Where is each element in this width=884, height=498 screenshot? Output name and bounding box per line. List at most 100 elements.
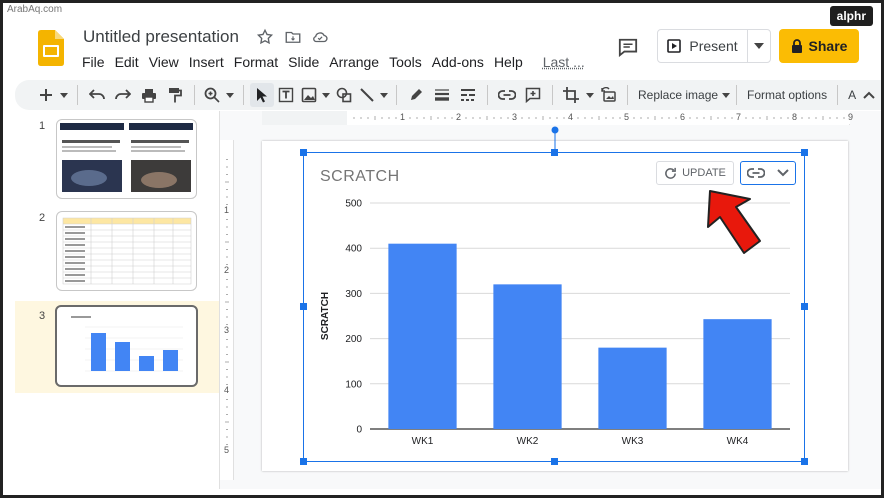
cloud-saved-icon[interactable]	[310, 27, 330, 47]
menu-insert[interactable]: Insert	[189, 53, 232, 71]
new-slide-caret-icon[interactable]	[57, 83, 71, 107]
menu-edit[interactable]: Edit	[115, 53, 147, 71]
new-slide-button[interactable]	[35, 83, 57, 107]
resize-handle-bottom[interactable]	[551, 458, 558, 465]
line-caret-icon[interactable]	[378, 83, 390, 107]
linked-chart-options-button[interactable]	[740, 161, 796, 185]
move-to-folder-icon[interactable]	[283, 27, 303, 47]
toolbar-divider	[194, 85, 195, 105]
menu-arrange[interactable]: Arrange	[329, 53, 387, 71]
toolbar-divider	[627, 85, 628, 105]
animate-button[interactable]: A	[844, 83, 860, 107]
caret-down-icon	[722, 92, 731, 98]
update-chart-button[interactable]: UPDATE	[656, 161, 734, 185]
screenshot-frame: ArabAq.com alphr Untitled presentation F…	[0, 0, 884, 498]
paint-format-icon[interactable]	[162, 83, 188, 107]
shape-icon[interactable]	[332, 83, 356, 107]
menu-bar: File Edit View Insert Format Slide Arran…	[82, 53, 595, 71]
chevron-down-icon	[777, 169, 789, 177]
toolbar-divider	[396, 85, 397, 105]
border-weight-icon[interactable]	[429, 83, 455, 107]
crop-icon[interactable]	[559, 83, 583, 107]
toolbar-divider	[837, 85, 839, 105]
text-box-icon[interactable]	[274, 83, 298, 107]
collapse-toolbar-icon[interactable]	[860, 83, 878, 107]
menu-tools[interactable]: Tools	[389, 53, 430, 71]
crop-caret-icon[interactable]	[583, 83, 597, 107]
menu-file[interactable]: File	[82, 53, 113, 71]
slide-number: 3	[39, 310, 46, 322]
present-button-group: Present	[657, 29, 771, 63]
toolbar-divider	[552, 85, 553, 105]
replace-image-button[interactable]: Replace image	[634, 83, 731, 107]
share-button[interactable]: Share	[779, 29, 859, 63]
slide-thumbnail-row[interactable]: 2	[15, 203, 219, 295]
animate-label: A	[848, 88, 857, 102]
insert-image-caret-icon[interactable]	[320, 83, 332, 107]
last-edit-link[interactable]: Last ...	[543, 53, 593, 71]
comment-history-icon[interactable]	[615, 35, 641, 59]
link-icon	[747, 168, 765, 178]
lock-icon	[791, 39, 802, 53]
resize-handle-bottom-right[interactable]	[801, 458, 808, 465]
format-options-label: Format options	[747, 88, 828, 102]
slide-thumbnail-row[interactable]: 1	[15, 111, 219, 203]
menu-slide[interactable]: Slide	[288, 53, 327, 71]
border-color-icon[interactable]	[403, 83, 429, 107]
update-label: UPDATE	[682, 167, 726, 179]
slide-thumbnail[interactable]	[56, 211, 197, 291]
annotation-arrow-icon	[707, 190, 761, 254]
refresh-icon	[665, 167, 676, 179]
redo-icon[interactable]	[110, 83, 136, 107]
menu-view[interactable]: View	[149, 53, 187, 71]
undo-icon[interactable]	[84, 83, 110, 107]
zoom-icon[interactable]	[201, 83, 223, 107]
toolbar: Replace image Format options A	[15, 80, 881, 110]
caret-down-icon	[754, 43, 764, 49]
reset-image-icon[interactable]	[597, 83, 621, 107]
watermark: ArabAq.com	[7, 4, 63, 15]
border-dash-icon[interactable]	[455, 83, 481, 107]
resize-handle-top-left[interactable]	[300, 149, 307, 156]
present-button[interactable]: Present	[658, 30, 748, 62]
replace-image-label: Replace image	[638, 88, 719, 102]
toolbar-divider	[243, 85, 244, 105]
toolbar-divider	[77, 85, 78, 105]
rotate-handle[interactable]	[550, 125, 560, 153]
slide-number: 1	[39, 120, 46, 132]
resize-handle-right[interactable]	[801, 303, 808, 310]
toolbar-divider	[487, 85, 488, 105]
menu-addons[interactable]: Add-ons	[432, 53, 492, 71]
resize-handle-left[interactable]	[300, 303, 307, 310]
resize-handle-bottom-left[interactable]	[300, 458, 307, 465]
present-label: Present	[689, 38, 738, 54]
present-icon	[667, 39, 682, 53]
brand-badge: alphr	[829, 6, 873, 26]
slide-1-preview	[60, 123, 193, 192]
star-icon[interactable]	[255, 27, 275, 47]
slide-filmstrip: 1 2 3	[15, 111, 219, 489]
add-comment-icon[interactable]	[520, 83, 546, 107]
share-label: Share	[808, 38, 848, 54]
menu-help[interactable]: Help	[494, 53, 531, 71]
format-options-button[interactable]: Format options	[743, 83, 831, 107]
slide-2-preview	[62, 217, 192, 285]
toolbar-divider	[736, 85, 738, 105]
app-header: Untitled presentation File Edit View Ins…	[3, 13, 881, 77]
line-icon[interactable]	[356, 83, 378, 107]
insert-link-icon[interactable]	[494, 83, 520, 107]
menu-format[interactable]: Format	[234, 53, 286, 71]
insert-image-icon[interactable]	[298, 83, 320, 107]
document-title[interactable]: Untitled presentation	[83, 27, 239, 47]
slide-thumbnail-row-selected[interactable]: 3	[15, 301, 219, 393]
slides-logo-icon[interactable]	[38, 30, 64, 66]
slide-editor-canvas: 123456789 12345 0 100 200 300 400 500 WK1 WK2 W…	[219, 111, 881, 489]
present-options-caret[interactable]	[748, 30, 770, 62]
resize-handle-top-right[interactable]	[801, 149, 808, 156]
slide-thumbnail[interactable]	[56, 119, 197, 199]
slide-3-preview	[71, 316, 183, 372]
select-tool-icon[interactable]	[250, 83, 274, 107]
slide-thumbnail[interactable]	[55, 305, 198, 387]
print-icon[interactable]	[136, 83, 162, 107]
zoom-caret-icon[interactable]	[223, 83, 237, 107]
